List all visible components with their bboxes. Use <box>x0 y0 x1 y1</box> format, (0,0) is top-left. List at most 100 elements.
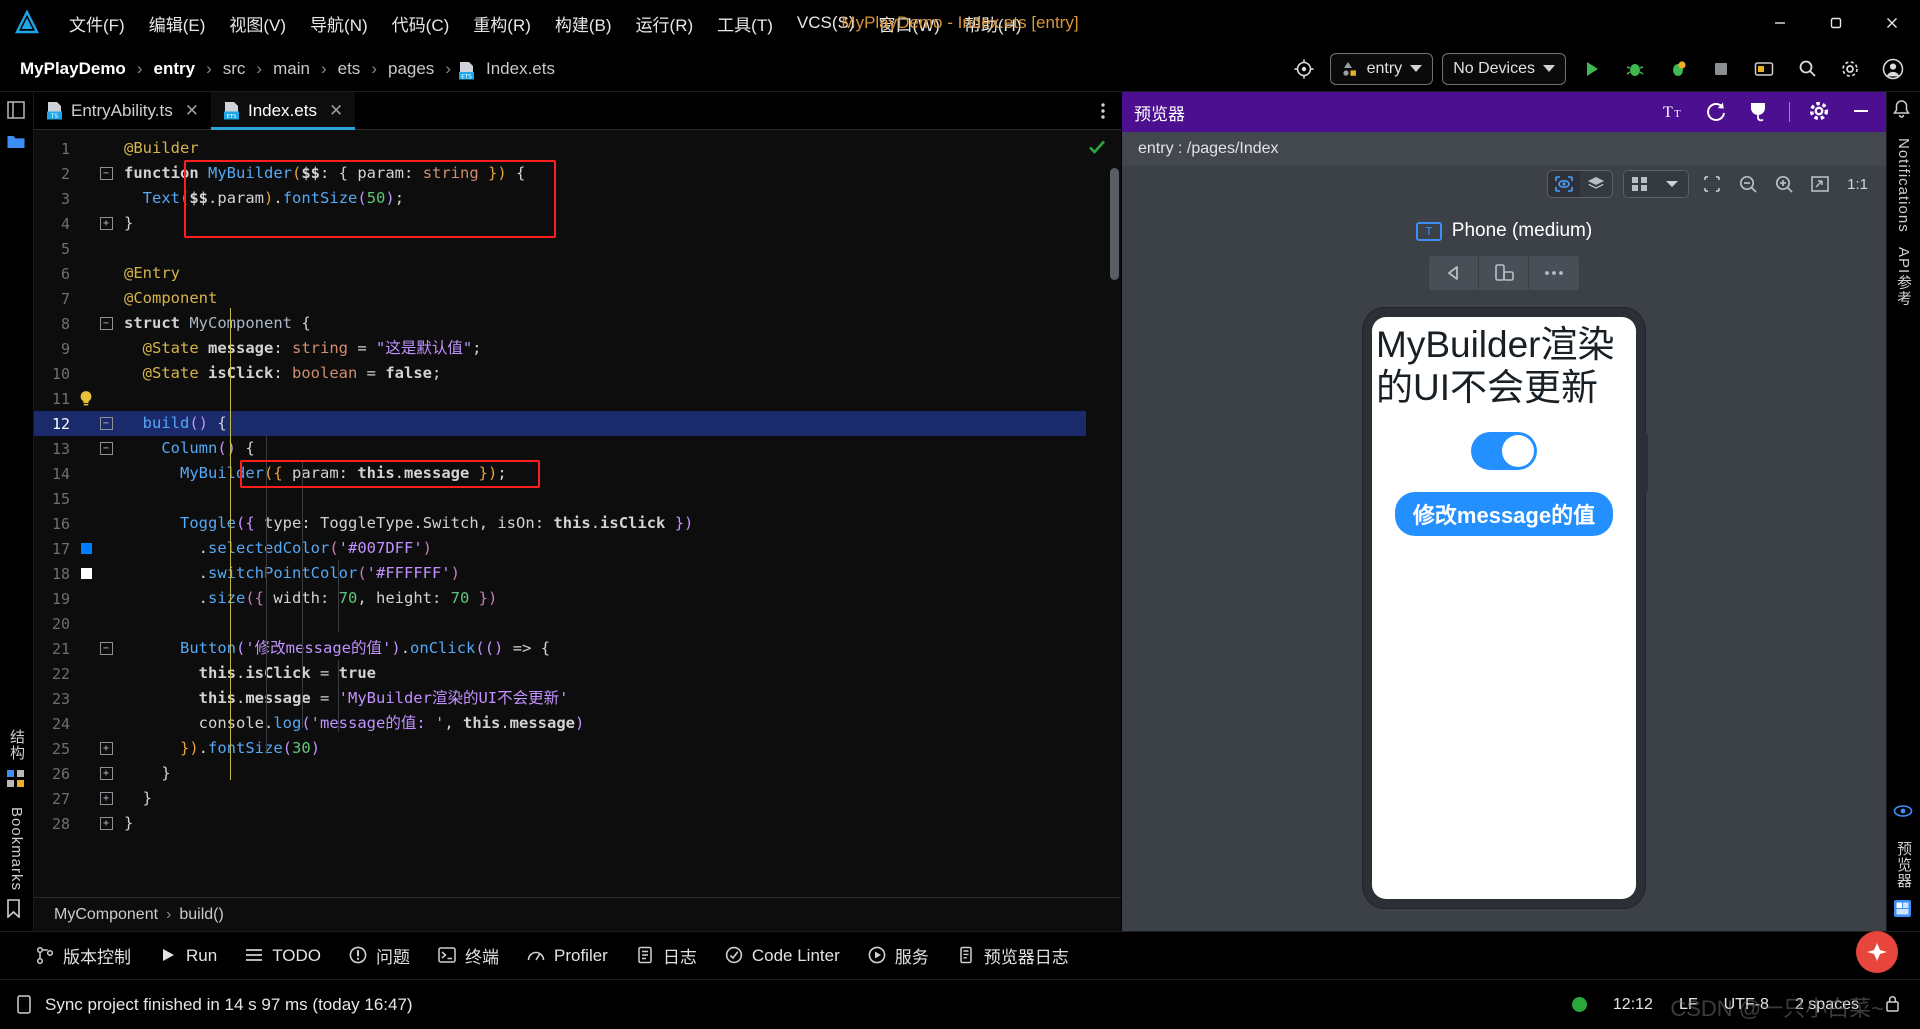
gutter-line[interactable]: 5 <box>34 236 120 261</box>
gutter-line[interactable]: 7 <box>34 286 120 311</box>
sidebar-label-structure[interactable]: 结构 <box>6 729 27 761</box>
code-line[interactable]: Column() { <box>120 436 1086 461</box>
structure-grid-icon[interactable] <box>6 769 28 791</box>
tool-window-button[interactable]: 版本控制 <box>24 938 143 973</box>
gutter-line[interactable]: 19 <box>34 586 120 611</box>
folder-icon[interactable] <box>6 132 28 154</box>
device-selector[interactable]: No Devices <box>1442 52 1566 85</box>
gutter-line[interactable]: 4 + <box>34 211 120 236</box>
search-icon[interactable] <box>1790 52 1824 86</box>
code-line[interactable] <box>120 236 1086 261</box>
breadcrumb-project[interactable]: MyPlayDemo <box>16 57 130 81</box>
back-icon[interactable] <box>1429 256 1479 290</box>
status-indent[interactable]: 2 spaces <box>1795 996 1859 1014</box>
gutter-line[interactable]: 9 <box>34 336 120 361</box>
gutter-line[interactable]: 17 <box>34 536 120 561</box>
minimize-button[interactable] <box>1752 0 1808 46</box>
fold-collapse-icon[interactable]: − <box>96 317 116 330</box>
gutter-line[interactable]: 8− <box>34 311 120 336</box>
code-editor[interactable]: 1 2−3 4 +5 6 7 8−9 10 11 12−13−14 15 16 17 18 19 20 21−2… <box>34 130 1121 897</box>
gutter-line[interactable]: 20 <box>34 611 120 636</box>
editor-tab-entryability[interactable]: TS EntryAbility.ts ✕ <box>34 92 211 129</box>
refresh-icon[interactable] <box>1705 100 1729 124</box>
scrollbar-thumb[interactable] <box>1110 168 1119 280</box>
code-line[interactable]: @Entry <box>120 261 1086 286</box>
gutter-line[interactable]: 23 <box>34 686 120 711</box>
tool-window-bar[interactable]: 版本控制 Run TODO 问题 终端 Profiler 日志 Code Linter 服务 预览… <box>0 931 1920 979</box>
status-line-separator[interactable]: LF <box>1679 996 1698 1014</box>
vertical-dots-icon[interactable] <box>1085 92 1121 129</box>
code-line[interactable] <box>120 611 1086 636</box>
inspector-icon[interactable] <box>1747 100 1771 124</box>
assistant-fab-button[interactable] <box>1856 931 1898 973</box>
fold-collapse-icon[interactable]: − <box>96 442 116 455</box>
close-tab-icon[interactable]: ✕ <box>185 101 199 121</box>
chevron-down-icon[interactable] <box>1656 171 1689 197</box>
code-line[interactable]: } <box>120 761 1086 786</box>
frame-icon[interactable] <box>1699 171 1725 197</box>
menu-item-vcs[interactable]: VCS(S) <box>786 9 866 37</box>
gear-icon[interactable] <box>1808 100 1832 124</box>
breadcrumb-main[interactable]: main <box>269 57 314 81</box>
menu-item-tools[interactable]: 工具(T) <box>706 7 784 40</box>
code-line[interactable]: Toggle({ type: ToggleType.Switch, isOn: … <box>120 511 1086 536</box>
minimize-icon[interactable] <box>1850 100 1874 124</box>
gutter-line[interactable]: 16 <box>34 511 120 536</box>
fold-collapse-icon[interactable]: − <box>96 167 116 180</box>
gutter-line[interactable]: 2− <box>34 161 120 186</box>
device-controls[interactable] <box>1429 256 1579 290</box>
preview-eye-icon[interactable] <box>1893 803 1915 825</box>
layout-selector[interactable] <box>1623 170 1690 198</box>
gutter-line[interactable]: 25 + <box>34 736 120 761</box>
gutter-line[interactable]: 26 + <box>34 761 120 786</box>
breadcrumb-method[interactable]: build() <box>179 906 223 924</box>
color-swatch-white[interactable] <box>76 568 96 579</box>
gutter-line[interactable]: 15 <box>34 486 120 511</box>
tool-window-button[interactable]: 预览器日志 <box>945 938 1081 973</box>
status-indicators[interactable]: 12:12 LF UTF-8 2 spaces <box>1571 995 1904 1014</box>
code-line[interactable]: @State isClick: boolean = false; <box>120 361 1086 386</box>
fold-expand-icon[interactable]: + <box>96 217 116 230</box>
preview-toggle-switch[interactable] <box>1471 431 1537 470</box>
sidebar-label-notifications[interactable]: Notifications <box>1895 138 1912 233</box>
editor-tab-index[interactable]: ETS Index.ets ✕ <box>210 92 356 130</box>
tool-window-button[interactable]: TODO <box>233 941 333 971</box>
code-line[interactable]: MyBuilder({ param: this.message }); <box>120 461 1086 486</box>
settings-gear-icon[interactable] <box>1833 52 1867 86</box>
code-line[interactable]: @Component <box>120 286 1086 311</box>
menu-item-window[interactable]: 窗口(W) <box>868 7 951 40</box>
code-line[interactable]: @Builder <box>120 136 1086 161</box>
layers-icon[interactable] <box>1580 171 1613 197</box>
tool-window-button[interactable]: Run <box>147 941 229 971</box>
fold-collapse-icon[interactable]: − <box>96 642 116 655</box>
font-size-icon[interactable]: TT <box>1663 100 1687 124</box>
menu-item-view[interactable]: 视图(V) <box>218 7 297 40</box>
gutter-line[interactable]: 14 <box>34 461 120 486</box>
profile-icon[interactable] <box>1661 52 1695 86</box>
preview-modify-message-button[interactable]: 修改message的值 <box>1394 491 1614 536</box>
code-line[interactable]: .size({ width: 70, height: 70 }) <box>120 586 1086 611</box>
intention-bulb-icon[interactable] <box>76 390 96 408</box>
code-line[interactable]: @State message: string = "这是默认值"; <box>120 336 1086 361</box>
tool-window-button[interactable]: 日志 <box>624 938 709 973</box>
bookmark-icon[interactable] <box>6 899 28 921</box>
code-line[interactable]: struct MyComponent { <box>120 311 1086 336</box>
breadcrumb-module[interactable]: entry <box>150 57 200 81</box>
zoom-out-icon[interactable] <box>1735 171 1761 197</box>
code-line[interactable]: } <box>120 786 1086 811</box>
run-icon[interactable] <box>1575 52 1609 86</box>
breadcrumb-struct[interactable]: MyComponent <box>54 906 158 924</box>
target-icon[interactable] <box>1287 52 1321 86</box>
fold-expand-icon[interactable]: + <box>96 742 116 755</box>
gutter-line[interactable]: 10 <box>34 361 120 386</box>
maximize-button[interactable] <box>1808 0 1864 46</box>
gutter-line[interactable]: 6 <box>34 261 120 286</box>
code-line[interactable]: this.isClick = true <box>120 661 1086 686</box>
status-encoding[interactable]: UTF-8 <box>1724 996 1769 1014</box>
inspect-mode-group[interactable] <box>1547 170 1614 198</box>
code-line[interactable]: Button('修改message的值').onClick(() => { <box>120 636 1086 661</box>
sidebar-label-bookmarks[interactable]: Bookmarks <box>8 807 25 891</box>
project-icon[interactable] <box>6 100 28 122</box>
editor-scrollbar[interactable] <box>1108 130 1121 897</box>
menu-item-build[interactable]: 构建(B) <box>544 7 623 40</box>
